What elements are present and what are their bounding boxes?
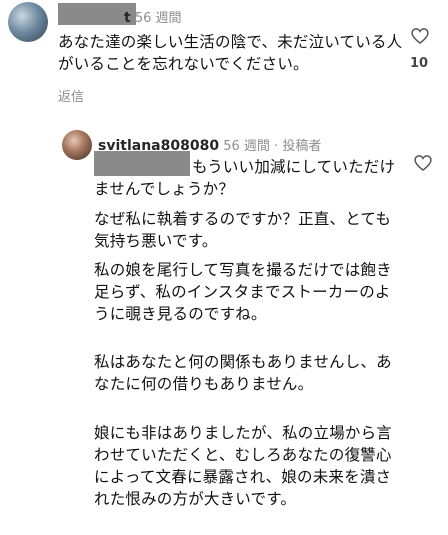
timestamp: 56 週間 xyxy=(134,11,182,26)
comment-paragraph: 私の娘を尾行して写真を撮るだけでは飽き足らず、私のインスタまでストーカーのように… xyxy=(94,261,392,323)
like-count: 10 xyxy=(410,56,429,71)
heart-icon[interactable] xyxy=(413,153,433,173)
comment-paragraph: なぜ私に執着するのですか？正直、とても気持ち悪いです。 xyxy=(94,210,392,250)
avatar[interactable] xyxy=(62,130,92,160)
separator: · xyxy=(274,139,279,154)
heart-icon[interactable] xyxy=(410,26,430,46)
reply-button[interactable]: 返信 xyxy=(58,86,84,105)
author-badge: 投稿者 xyxy=(282,139,322,154)
username[interactable]: t xyxy=(124,10,131,26)
comment-text: あなた達の楽しい生活の陰で、未だ泣いている人がいることを忘れないでください。 xyxy=(58,33,403,73)
comment-meta: t 56 週間 xyxy=(124,7,182,26)
timestamp: 56 週間 xyxy=(223,139,270,154)
comment-paragraph: 私はあなたと何の関係もありませんし、あなたに何の借りもありません。 xyxy=(94,353,392,393)
comment-paragraph: もういい加減にしていただけませんでしょうか？ xyxy=(94,158,396,198)
avatar[interactable] xyxy=(8,2,48,42)
comment-paragraph: 娘にも非はありましたが、私の立場から言わせていただくと、むしろあなたの復讐心によ… xyxy=(94,424,392,508)
